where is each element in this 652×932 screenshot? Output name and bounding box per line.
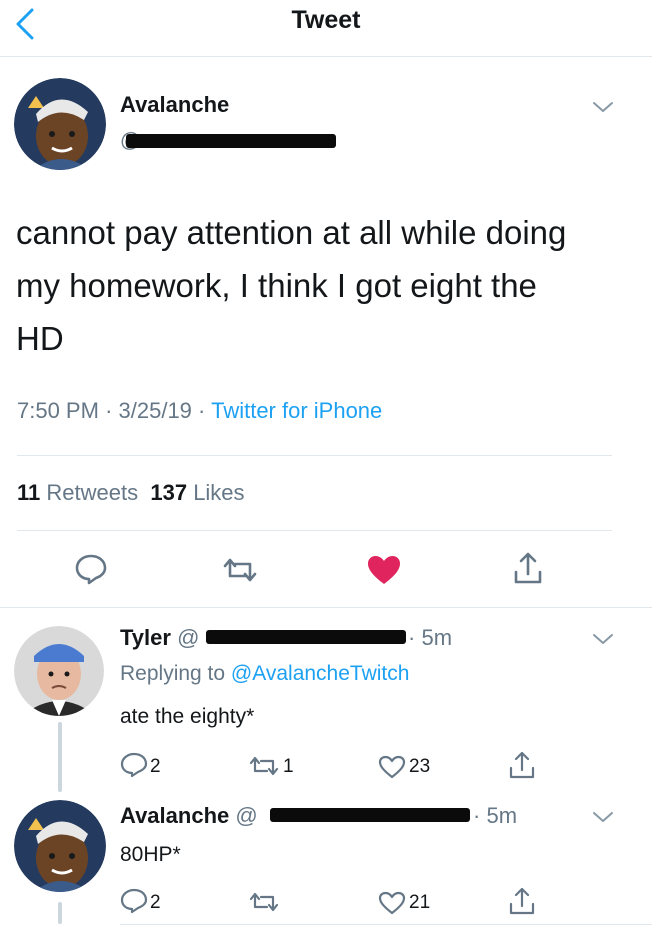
redaction-bar [206, 630, 406, 644]
replying-to-label: Replying to [120, 662, 226, 685]
reply-icon[interactable] [120, 752, 148, 778]
reply-age-value: 5m [421, 625, 453, 650]
author-name[interactable]: Avalanche [120, 92, 229, 118]
reply-count: 2 [150, 892, 161, 913]
tweet-text-line: my homework, I think I got eight the [16, 267, 537, 304]
divider [17, 455, 612, 456]
reply-header: Tyler @ [120, 625, 199, 651]
retweet-icon[interactable] [248, 891, 280, 913]
redaction-bar [270, 808, 470, 822]
likes-count: 137 [150, 480, 188, 505]
retweets-stat[interactable]: 11 Retweets [17, 480, 138, 505]
likes-label: Likes [193, 480, 245, 505]
thread-line [58, 722, 62, 792]
reply-age-value: 5m [486, 803, 518, 828]
reply-icon[interactable] [120, 888, 148, 914]
reply-text: 80HP* [120, 843, 181, 866]
divider [0, 607, 652, 608]
reply-author-name[interactable]: Tyler [120, 625, 171, 650]
like-count: 21 [409, 892, 431, 913]
retweets-count: 11 [17, 480, 41, 505]
chevron-down-icon[interactable] [592, 632, 614, 646]
divider [120, 924, 652, 925]
reply-age: · 5m [408, 625, 453, 650]
reply-header: Avalanche @ [120, 803, 258, 829]
likes-stat[interactable]: 137 Likes [150, 480, 244, 505]
tweet-source-link[interactable]: Twitter for iPhone [211, 398, 382, 423]
reply-text: ate the eighty* [120, 705, 255, 728]
tweet-time: 7:50 PM [17, 398, 99, 423]
tweet-text-line: HD [16, 320, 64, 357]
thread-line [58, 902, 62, 924]
tweet-text-line: cannot pay attention at all while doing [16, 214, 567, 251]
separator: · [105, 398, 119, 423]
replying-to: Replying to @AvalancheTwitch [120, 662, 409, 686]
avatar[interactable] [14, 78, 106, 170]
like-heart-icon[interactable] [366, 554, 402, 586]
separator: · [198, 398, 212, 423]
tweet-metadata: 7:50 PM · 3/25/19 · Twitter for iPhone [17, 398, 382, 424]
redaction-bar [126, 134, 336, 148]
reply-icon[interactable] [74, 553, 108, 585]
top-nav-bar: Tweet [0, 0, 652, 57]
share-icon[interactable] [512, 550, 544, 586]
replying-to-handle[interactable]: @AvalancheTwitch [231, 662, 410, 685]
divider [17, 530, 612, 531]
retweet-icon[interactable] [248, 755, 280, 777]
share-icon[interactable] [508, 886, 536, 916]
reply-author-name[interactable]: Avalanche [120, 803, 229, 828]
retweet-count: 1 [283, 756, 294, 777]
reply-count: 2 [150, 756, 161, 777]
like-count: 23 [409, 756, 431, 777]
like-heart-icon[interactable] [378, 891, 406, 915]
retweets-label: Retweets [46, 480, 139, 505]
chevron-down-icon[interactable] [592, 100, 614, 114]
tweet-text: cannot pay attention at all while doing … [16, 206, 636, 365]
reply-handle-prefix[interactable]: @ [177, 625, 199, 650]
like-heart-icon[interactable] [378, 755, 406, 779]
tweet-date: 3/25/19 [118, 398, 192, 423]
reply-handle-prefix[interactable]: @ [235, 803, 257, 828]
share-icon[interactable] [508, 750, 536, 780]
chevron-down-icon[interactable] [592, 810, 614, 824]
engagement-stats: 11 Retweets 137 Likes [17, 480, 245, 506]
page-title: Tweet [291, 6, 361, 34]
retweet-icon[interactable] [221, 556, 259, 584]
avatar[interactable] [14, 626, 104, 716]
reply-age: · 5m [473, 803, 518, 828]
avatar[interactable] [14, 800, 106, 892]
